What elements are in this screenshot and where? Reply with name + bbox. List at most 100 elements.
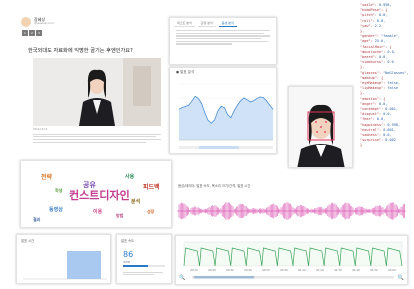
data-point	[201, 103, 203, 104]
data-point	[259, 96, 261, 98]
chart-header: ● 발표 분석	[176, 70, 195, 74]
json-key: "pitch":	[360, 13, 379, 18]
json-value: false	[387, 86, 398, 91]
json-key: "smile":	[360, 3, 379, 7]
data-point	[230, 117, 232, 118]
data-point	[269, 104, 271, 106]
data-point	[217, 110, 219, 112]
json-key: "fear":	[360, 117, 377, 122]
data-point	[178, 108, 180, 110]
zoom-in-icon[interactable]: 🔍	[398, 275, 404, 281]
json-value: 0.0,	[383, 133, 392, 138]
cloud-word: 공유	[83, 180, 96, 189]
cloud-word: 학생	[55, 187, 63, 193]
data-point	[224, 107, 225, 108]
json-value: 0.002	[385, 138, 396, 143]
speed-value: 86	[123, 250, 134, 259]
json-key: "surprise":	[360, 138, 386, 143]
face-detection-panel	[288, 86, 353, 168]
data-point	[191, 100, 193, 102]
duration-bar-chart	[23, 251, 107, 280]
data-point	[243, 97, 245, 99]
json-key: "glasses":	[360, 70, 384, 75]
data-point	[211, 122, 212, 124]
timeline-panel: 00:10 00:20 00:30 00:40 00:50 01:00 01:10 01:20…	[175, 235, 408, 285]
tab-voice-analysis[interactable]: 음성 분석	[218, 20, 237, 27]
data-point	[272, 108, 274, 110]
json-value: 0.0,	[376, 18, 386, 23]
cloud-word: 컨스트디자인	[69, 188, 130, 202]
json-key: "beard":	[360, 55, 379, 60]
duration-label: 발표 시간	[21, 239, 35, 243]
speed-notes	[123, 270, 167, 277]
json-value: 0.001,	[385, 107, 398, 112]
article-panel: 장혜성 @speakup.co.kr 1 2 3 한국외대도 자료화에 익명한 …	[16, 8, 166, 143]
time-tick-label: 00:40	[244, 268, 252, 272]
cloud-word: 결과	[33, 216, 41, 222]
tab-emotion-analysis[interactable]: 감정 분석	[197, 20, 216, 27]
json-value: 2.2	[374, 23, 382, 28]
speed-label: 발표 속도	[121, 239, 135, 243]
json-key: "lipMakeup":	[360, 86, 388, 91]
data-point	[253, 100, 254, 102]
json-value: 0.998,	[387, 122, 401, 127]
json-value: 0.0,	[376, 117, 386, 122]
time-tick-label: 01:40	[352, 268, 360, 272]
json-key: "anger":	[360, 101, 379, 106]
data-point	[236, 104, 238, 106]
data-point	[181, 107, 183, 108]
data-point	[249, 101, 251, 103]
json-value: 0.998,	[378, 3, 392, 7]
json-key: "neutral":	[360, 127, 384, 132]
json-value: "NoGlasses",	[383, 70, 409, 75]
zoom-out-icon[interactable]: 🔍	[179, 275, 185, 281]
speaker-photo	[33, 58, 161, 126]
json-value: false,	[387, 81, 401, 86]
data-point	[256, 98, 258, 99]
json-value: 0.0,	[378, 55, 388, 60]
timeline-scroll-thumb[interactable]	[194, 276, 254, 279]
json-key: "age":	[360, 39, 375, 44]
data-point	[214, 119, 216, 121]
json-value: 0.0	[387, 60, 394, 65]
tag-list: 1 2 3	[22, 30, 42, 36]
json-key: "facialHair": {	[360, 44, 392, 49]
data-point	[246, 99, 248, 101]
data-point	[185, 106, 186, 107]
time-tick-label: 00:30	[226, 268, 234, 272]
word-cloud-panel: 컨스트디자인 공유 전략 사용 피드백 동영상 이용 분석 학생 방법 성장 결과	[20, 160, 172, 228]
tab-text-analysis[interactable]: 텍스트 분석	[174, 20, 195, 27]
json-key: "eyeMakeup":	[360, 81, 388, 86]
json-key: "gender":	[360, 34, 382, 39]
time-tick-label: 00:10	[190, 268, 198, 272]
word-cloud: 컨스트디자인공유 전략 사용피드백동영상 이용 분석 학생방법 성장결과	[33, 173, 160, 222]
audio-waveform	[177, 202, 406, 220]
json-key: "moustache":	[360, 49, 388, 54]
time-tick-label: 01:20	[316, 268, 324, 272]
data-point	[262, 97, 264, 98]
tag-2[interactable]: 2	[29, 30, 35, 36]
cloud-word: 동영상	[49, 206, 63, 213]
time-tick-label: 02:00	[388, 268, 396, 272]
json-value: 0.001,	[383, 127, 396, 132]
info-text-block	[176, 30, 270, 45]
data-point	[194, 95, 196, 97]
json-value: 0.0,	[387, 49, 396, 54]
author-avatar[interactable]	[21, 17, 31, 27]
json-key: },	[360, 29, 365, 34]
data-point	[220, 106, 222, 107]
json-key: "sideburns":	[360, 60, 388, 65]
json-key: "happiness":	[360, 122, 388, 127]
tag-1[interactable]: 1	[22, 30, 28, 36]
data-point	[188, 104, 190, 106]
cloud-word: 분석	[131, 198, 141, 205]
data-point	[266, 100, 267, 102]
json-key: "contempt":	[360, 107, 386, 112]
json-key: "sadness":	[360, 133, 384, 138]
face-api-json: "smile": 0.998, "headPose": { "pitch": 0.…	[358, 3, 410, 177]
tag-3[interactable]: 3	[36, 30, 42, 36]
time-tick-label: 01:30	[334, 268, 342, 272]
json-value: 0.0,	[378, 13, 388, 18]
cloud-word: 전략	[41, 173, 53, 181]
article-title: 한국외대도 자료화에 익명한 골기는 후엔인가요?	[28, 48, 133, 54]
